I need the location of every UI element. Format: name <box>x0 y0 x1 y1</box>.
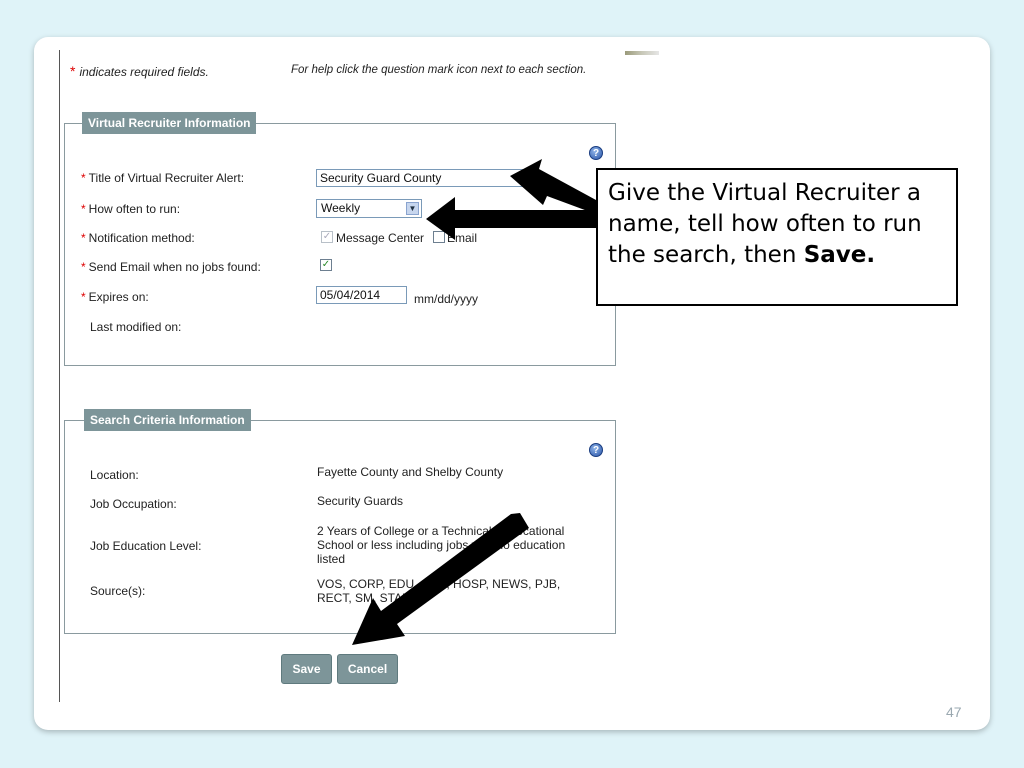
occupation-value: Security Guards <box>317 494 404 508</box>
frequency-select[interactable]: Weekly ▼ <box>316 199 422 218</box>
title-label: * Title of Virtual Recruiter Alert: <box>81 171 245 185</box>
no-jobs-email-label: * Send Email when no jobs found: <box>81 260 261 274</box>
title-input[interactable] <box>316 169 526 187</box>
sources-label: Source(s): <box>90 584 146 598</box>
sources-value: VOS, CORP, EDU, GOV, HOSP, NEWS, PJB, RE… <box>317 577 561 605</box>
no-jobs-email-checkbox[interactable]: ✓ <box>320 259 332 271</box>
notification-label: * Notification method: <box>81 231 195 245</box>
last-modified-label: Last modified on: <box>90 320 182 334</box>
date-format-hint: mm/dd/yyyy <box>414 292 479 306</box>
slide-number: 47 <box>946 704 962 720</box>
save-button[interactable]: Save <box>281 654 332 684</box>
email-label: Email <box>447 231 478 245</box>
help-note: For help click the question mark icon ne… <box>291 64 587 76</box>
location-label: Location: <box>90 468 139 482</box>
message-center-checkbox[interactable]: ✓ <box>321 231 333 243</box>
required-star: * <box>70 63 76 79</box>
chevron-down-icon: ▼ <box>406 202 419 215</box>
left-border-line <box>59 50 60 702</box>
criteria-legend: Search Criteria Information <box>84 409 251 431</box>
expires-label: * Expires on: <box>81 290 149 304</box>
occupation-label: Job Occupation: <box>90 497 177 511</box>
message-center-label: Message Center <box>336 231 425 245</box>
checkmark-icon: ✓ <box>321 259 331 270</box>
instruction-callout: Give the Virtual Recruiter a name, tell … <box>596 168 958 306</box>
decorative-bar <box>625 51 659 55</box>
email-checkbox[interactable] <box>433 231 445 243</box>
education-value: 2 Years of College or a Technical or Voc… <box>317 524 566 566</box>
frequency-label: * How often to run: <box>81 202 181 216</box>
question-mark-icon[interactable]: ? <box>589 146 603 160</box>
callout-bold: Save. <box>803 242 876 268</box>
location-value: Fayette County and Shelby County <box>317 465 504 479</box>
required-note-text: indicates required fields. <box>79 65 209 79</box>
required-note: * indicates required fields. <box>70 63 209 79</box>
vr-info-legend: Virtual Recruiter Information <box>82 112 257 134</box>
cancel-button[interactable]: Cancel <box>337 654 398 684</box>
question-mark-icon[interactable]: ? <box>589 443 603 457</box>
expires-input[interactable] <box>316 286 407 304</box>
frequency-select-value: Weekly <box>321 201 361 215</box>
education-label: Job Education Level: <box>90 539 202 553</box>
